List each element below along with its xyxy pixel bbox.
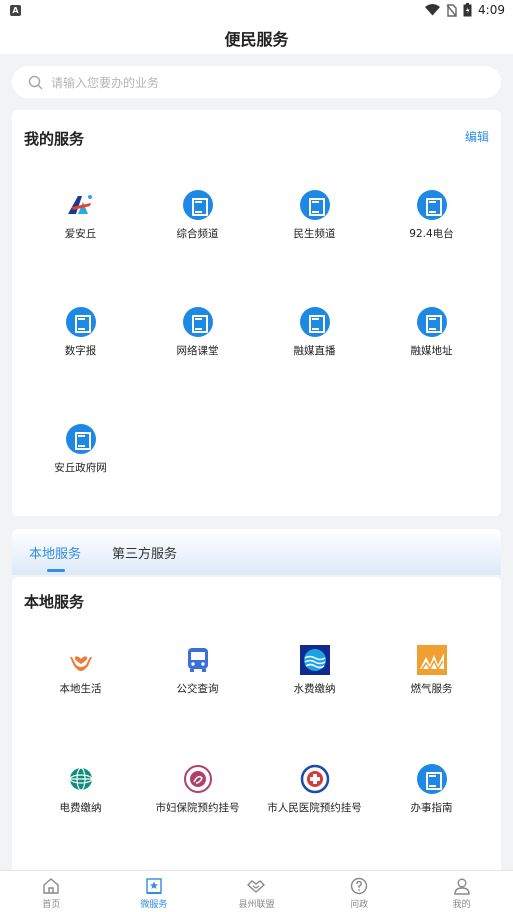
document-icon <box>299 190 330 220</box>
maternity-hospital-icon <box>183 765 212 793</box>
service-item-guide[interactable]: 办事指南 <box>373 764 490 824</box>
service-item-electric-fee[interactable]: 电费缴纳 <box>22 764 139 824</box>
service-label: 本地生活 <box>59 683 102 695</box>
page-title: 便民服务 <box>224 30 289 49</box>
nav-label: 我的 <box>452 900 471 910</box>
service-item-aianqiu[interactable]: 爱安丘 <box>22 190 139 250</box>
document-icon <box>182 190 213 220</box>
service-item-zonghe[interactable]: 综合频道 <box>139 190 256 250</box>
status-time: 4:09 <box>478 3 505 17</box>
my-services-title: 我的服务 <box>24 130 85 148</box>
service-label: 市人民医院预约挂号 <box>267 802 362 814</box>
service-label: 民生频道 <box>293 228 336 240</box>
service-label: 水费缴纳 <box>293 683 336 695</box>
battery-icon <box>463 3 472 17</box>
nav-alliance[interactable]: 县州联盟 <box>205 871 308 912</box>
active-tab-indicator <box>47 569 65 572</box>
hands-heart-icon <box>69 656 92 671</box>
tab-third-party-services[interactable]: 第三方服务 <box>112 543 177 562</box>
home-icon <box>43 878 59 894</box>
document-icon <box>416 190 447 220</box>
nav-label: 微服务 <box>140 900 168 910</box>
service-label: 市妇保院预约挂号 <box>155 802 240 814</box>
service-item-radio[interactable]: 92.4电台 <box>373 190 490 250</box>
nav-mine[interactable]: 我的 <box>410 871 513 912</box>
nav-label: 县州联盟 <box>238 900 275 910</box>
gas-icon <box>416 645 447 675</box>
service-item-online-class[interactable]: 网络课堂 <box>139 307 256 367</box>
tab-local-services[interactable]: 本地服务 <box>29 543 81 562</box>
my-services-card: 我的服务 编辑 爱安丘 综合频道 民生频道 92.4电台 数字报 网络课堂 融媒… <box>12 110 501 516</box>
app-notification-icon: A <box>10 5 21 16</box>
question-icon <box>350 877 368 895</box>
nav-label: 首页 <box>42 900 61 910</box>
service-item-media-address[interactable]: 融媒地址 <box>373 307 490 367</box>
person-icon <box>453 878 470 895</box>
handshake-icon <box>247 880 266 893</box>
state-grid-icon <box>68 767 93 791</box>
service-item-water-fee[interactable]: 水费缴纳 <box>256 645 373 705</box>
service-label: 融媒地址 <box>410 345 453 357</box>
bus-icon <box>187 648 208 672</box>
service-label: 爱安丘 <box>64 228 97 240</box>
service-label: 办事指南 <box>410 802 453 814</box>
aianqiu-logo-icon <box>67 195 92 214</box>
status-bar-right: 4:09 <box>425 3 505 17</box>
hospital-icon <box>300 764 329 794</box>
document-icon <box>65 424 96 454</box>
service-label: 数字报 <box>64 345 97 357</box>
service-tabs: 本地服务 第三方服务 <box>12 529 501 575</box>
document-icon <box>182 307 213 337</box>
nav-home[interactable]: 首页 <box>0 871 103 912</box>
bottom-nav: 首页 微服务 县州联盟 问政 我的 <box>0 870 513 912</box>
service-label: 燃气服务 <box>410 683 453 695</box>
service-label: 融媒直播 <box>293 345 336 357</box>
local-services-title: 本地服务 <box>24 593 85 611</box>
nav-label: 问政 <box>350 900 369 910</box>
nav-microservice[interactable]: 微服务 <box>103 871 206 912</box>
search-input[interactable]: 请输入您要办的业务 <box>12 66 501 98</box>
page-header: 便民服务 <box>0 22 513 54</box>
document-icon <box>65 307 96 337</box>
document-icon <box>416 764 447 794</box>
service-item-gas[interactable]: 燃气服务 <box>373 645 490 705</box>
wifi-icon <box>425 4 441 16</box>
star-bookmark-icon <box>146 878 162 894</box>
service-item-bus[interactable]: 公交查询 <box>139 645 256 705</box>
service-item-people-hospital-booking[interactable]: 市人民医院预约挂号 <box>256 764 373 824</box>
status-bar: A 4:09 <box>0 0 513 22</box>
service-label: 网络课堂 <box>176 345 219 357</box>
service-label: 安丘政府网 <box>54 462 107 474</box>
document-icon <box>416 307 447 337</box>
service-label: 综合频道 <box>176 228 219 240</box>
nav-wenzheng[interactable]: 问政 <box>308 871 411 912</box>
service-item-local-life[interactable]: 本地生活 <box>22 645 139 705</box>
service-item-digital-paper[interactable]: 数字报 <box>22 307 139 367</box>
no-sim-icon <box>446 3 457 17</box>
edit-button[interactable]: 编辑 <box>465 128 489 145</box>
document-icon <box>299 307 330 337</box>
service-item-minsheng[interactable]: 民生频道 <box>256 190 373 250</box>
service-label: 电费缴纳 <box>59 802 102 814</box>
local-services-card: 本地服务 本地生活 公交查询 水费缴纳 燃气服务 电费缴纳 市妇保院预约挂号 市… <box>12 577 501 877</box>
service-label: 92.4电台 <box>409 228 454 240</box>
search-placeholder: 请输入您要办的业务 <box>51 75 160 90</box>
service-label: 公交查询 <box>176 683 219 695</box>
service-item-gov-site[interactable]: 安丘政府网 <box>22 424 139 484</box>
service-item-live[interactable]: 融媒直播 <box>256 307 373 367</box>
service-item-maternity-booking[interactable]: 市妇保院预约挂号 <box>139 764 256 824</box>
water-icon <box>299 645 330 675</box>
search-icon <box>28 75 43 90</box>
